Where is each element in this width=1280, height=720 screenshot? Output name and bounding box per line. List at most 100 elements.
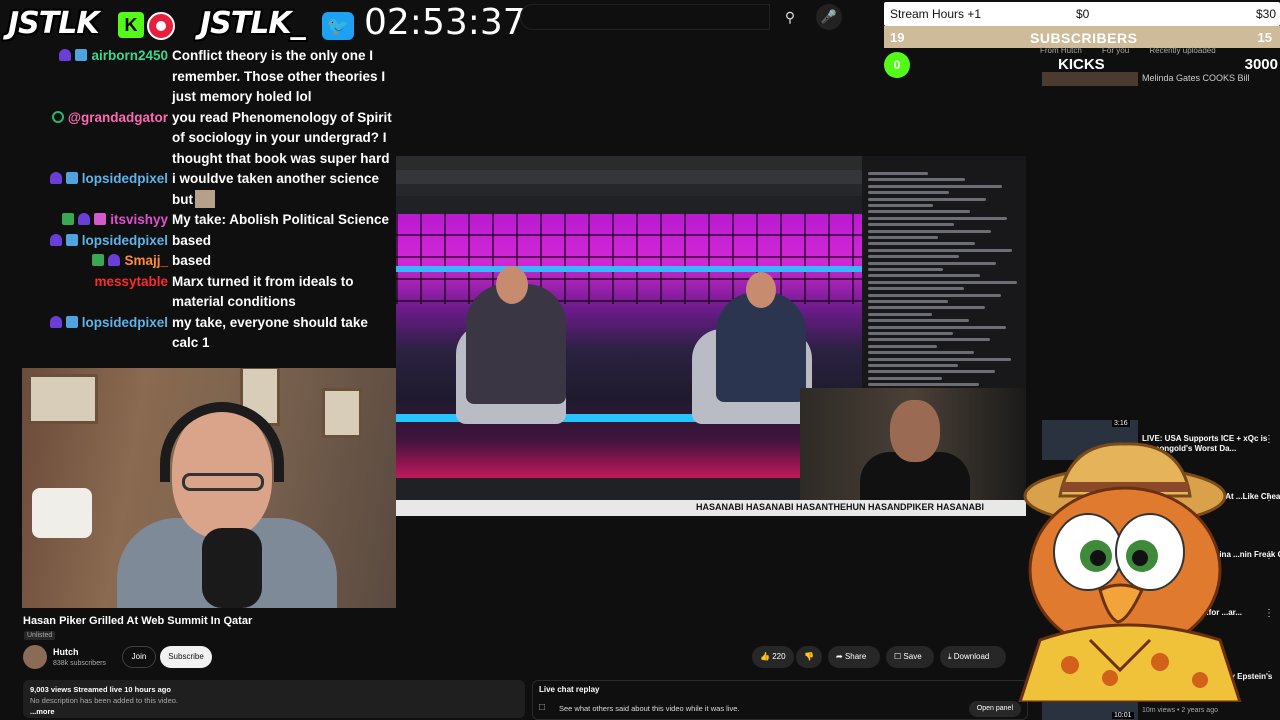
open-panel-button[interactable]: Open panel (968, 701, 1021, 717)
channel-name[interactable]: Hutch (53, 647, 79, 657)
description-box[interactable]: 9,003 views Streamed live 10 hours ago N… (23, 680, 525, 718)
more-options-icon[interactable]: ⋮ (1264, 670, 1274, 681)
dislike-button[interactable]: 👎 (796, 646, 822, 668)
stream-clock: 02:53:37 (364, 2, 526, 43)
embedded-chat-line (868, 255, 959, 259)
chat-bubble-icon: □ (539, 702, 546, 713)
purple-badge-icon (78, 213, 91, 225)
avatar[interactable] (23, 645, 47, 669)
embedded-stream-capture: HASANABI HASANABI HASANTHEHUN HASANDPIKE… (396, 156, 1026, 516)
chat-meta: lopsidedpixel (49, 169, 168, 190)
chat-message: Smajj_ based (0, 251, 396, 272)
embedded-chat-line (868, 287, 964, 291)
chat-username[interactable]: lopsidedpixel (82, 315, 168, 330)
chat-meta: Smajj_ (92, 251, 168, 272)
live-chat-replay-title: Live chat replay (539, 685, 600, 694)
chat-message: lopsidedpixel my take, everyone should ta… (0, 313, 396, 354)
chat-text-content: Marx turned it from ideals to material c… (172, 273, 354, 310)
pillow (32, 488, 92, 538)
more-link[interactable]: ...more (30, 706, 518, 717)
save-label: Save (903, 652, 922, 661)
more-options-icon[interactable]: ⋮ (1264, 434, 1274, 445)
purple-badge-icon (49, 315, 62, 328)
bookmark-icon: ☐ (894, 652, 902, 661)
subscribers-current: 19 (890, 30, 905, 45)
more-options-icon[interactable]: ⋮ (1264, 550, 1274, 561)
host-head (890, 400, 940, 462)
video-title: Hasan Piker Grilled At Web Summit In Qat… (23, 615, 253, 627)
live-chat-replay-text: See what others said about this video wh… (559, 704, 740, 713)
twitter-icon: 🐦 (322, 12, 354, 40)
thumbs-down-icon: 👎 (804, 652, 814, 661)
microphone-icon[interactable]: 🎤 (816, 4, 842, 30)
embedded-chat-line (868, 370, 995, 374)
recommendation-tabs: From Hutch For you Recently uploaded (1040, 46, 1280, 55)
subscribe-button[interactable]: Subscribe (160, 646, 212, 668)
blue-badge-icon (65, 233, 78, 246)
embedded-chat-line (868, 306, 985, 310)
tab-from-hutch[interactable]: From Hutch (1040, 46, 1082, 55)
chat-text-content: based (172, 253, 212, 268)
thumbs-up-icon: 👍 (760, 652, 770, 661)
embedded-chat-line (868, 236, 938, 239)
more-options-icon[interactable]: ⋮ (1264, 608, 1274, 619)
chat-meta: lopsidedpixel (49, 231, 168, 252)
record-icon (147, 12, 175, 40)
green-badge-icon (62, 213, 75, 225)
wall-frame (322, 388, 362, 438)
browser-tabs (396, 156, 862, 170)
download-icon: ⤓ (948, 652, 952, 661)
embedded-chat-line (868, 383, 979, 387)
chat-username[interactable]: Smajj_ (124, 253, 168, 268)
embedded-chat-line (868, 210, 970, 214)
like-button[interactable]: 👍 220 (752, 646, 794, 668)
green-badge-icon (92, 254, 105, 266)
tab-recently-uploaded[interactable]: Recently uploaded (1149, 46, 1215, 55)
chat-text-content: based (172, 232, 212, 248)
chat-username[interactable]: @grandadgator (68, 110, 168, 125)
chat-username[interactable]: messytable (94, 274, 168, 289)
more-options-icon[interactable]: ⋮ (1264, 492, 1274, 503)
chat-username[interactable]: lopsidedpixel (82, 233, 168, 248)
stage-light (396, 266, 862, 272)
chat-meta: messytable (94, 272, 168, 293)
views-line: 9,003 views Streamed live 10 hours ago (30, 685, 171, 694)
chat-text: you read Phenomenology of Spirit of soci… (172, 108, 394, 170)
tab-for-you[interactable]: For you (1102, 46, 1129, 55)
chat-overlay: airborn2450 Conflict theory is the only o… (0, 46, 396, 354)
share-button[interactable]: ➦ Share (828, 646, 880, 668)
embedded-chat-line (868, 293, 1001, 297)
rec-thumbnail[interactable] (1042, 72, 1138, 86)
wall-frame (28, 374, 98, 424)
rec-title[interactable]: Melinda Gates COOKS Bill (1142, 73, 1250, 83)
live-chat-replay-panel: Live chat replay □ See what others said … (532, 680, 1028, 720)
embedded-chat-line (868, 172, 928, 175)
embedded-chat-line (868, 312, 932, 316)
download-button[interactable]: ⤓ Download (940, 646, 1006, 668)
rec-duration: 10:01 (1112, 712, 1134, 719)
chat-username[interactable]: itsvishyy (110, 212, 168, 227)
chat-text: based (172, 251, 394, 272)
stream-overlay-header: JSTLK K JSTLK_ 🐦 02:53:37 ⚲ 🎤 (0, 0, 880, 43)
chat-text: My take: Abolish Political Science (172, 210, 394, 231)
embedded-chat-line (868, 274, 980, 278)
chat-text: based (172, 231, 394, 252)
kicks-label: KICKS (1058, 56, 1105, 73)
blue-badge-icon (65, 172, 78, 184)
save-button[interactable]: ☐ Save (886, 646, 934, 668)
search-input[interactable] (520, 4, 770, 30)
subscribers-label: SUBSCRIBERS (1030, 30, 1138, 46)
chat-text-content: Conflict theory is the only one I rememb… (172, 48, 386, 104)
join-button[interactable]: Join (122, 646, 156, 668)
chat-meta: itsvishyy (62, 210, 168, 231)
embedded-chat-line (868, 184, 1002, 188)
chat-message: lopsidedpixel based (0, 231, 396, 252)
circle-badge-icon (51, 110, 64, 123)
chat-username[interactable]: lopsidedpixel (82, 171, 168, 186)
chat-text: i wouldve taken another science but (172, 169, 394, 210)
chat-username[interactable]: airborn2450 (91, 48, 168, 63)
subscribers-goal-value: 15 (1257, 30, 1272, 45)
embedded-chat-line (868, 332, 953, 335)
search-icon[interactable]: ⚲ (772, 4, 808, 30)
purple-badge-icon (49, 172, 62, 184)
